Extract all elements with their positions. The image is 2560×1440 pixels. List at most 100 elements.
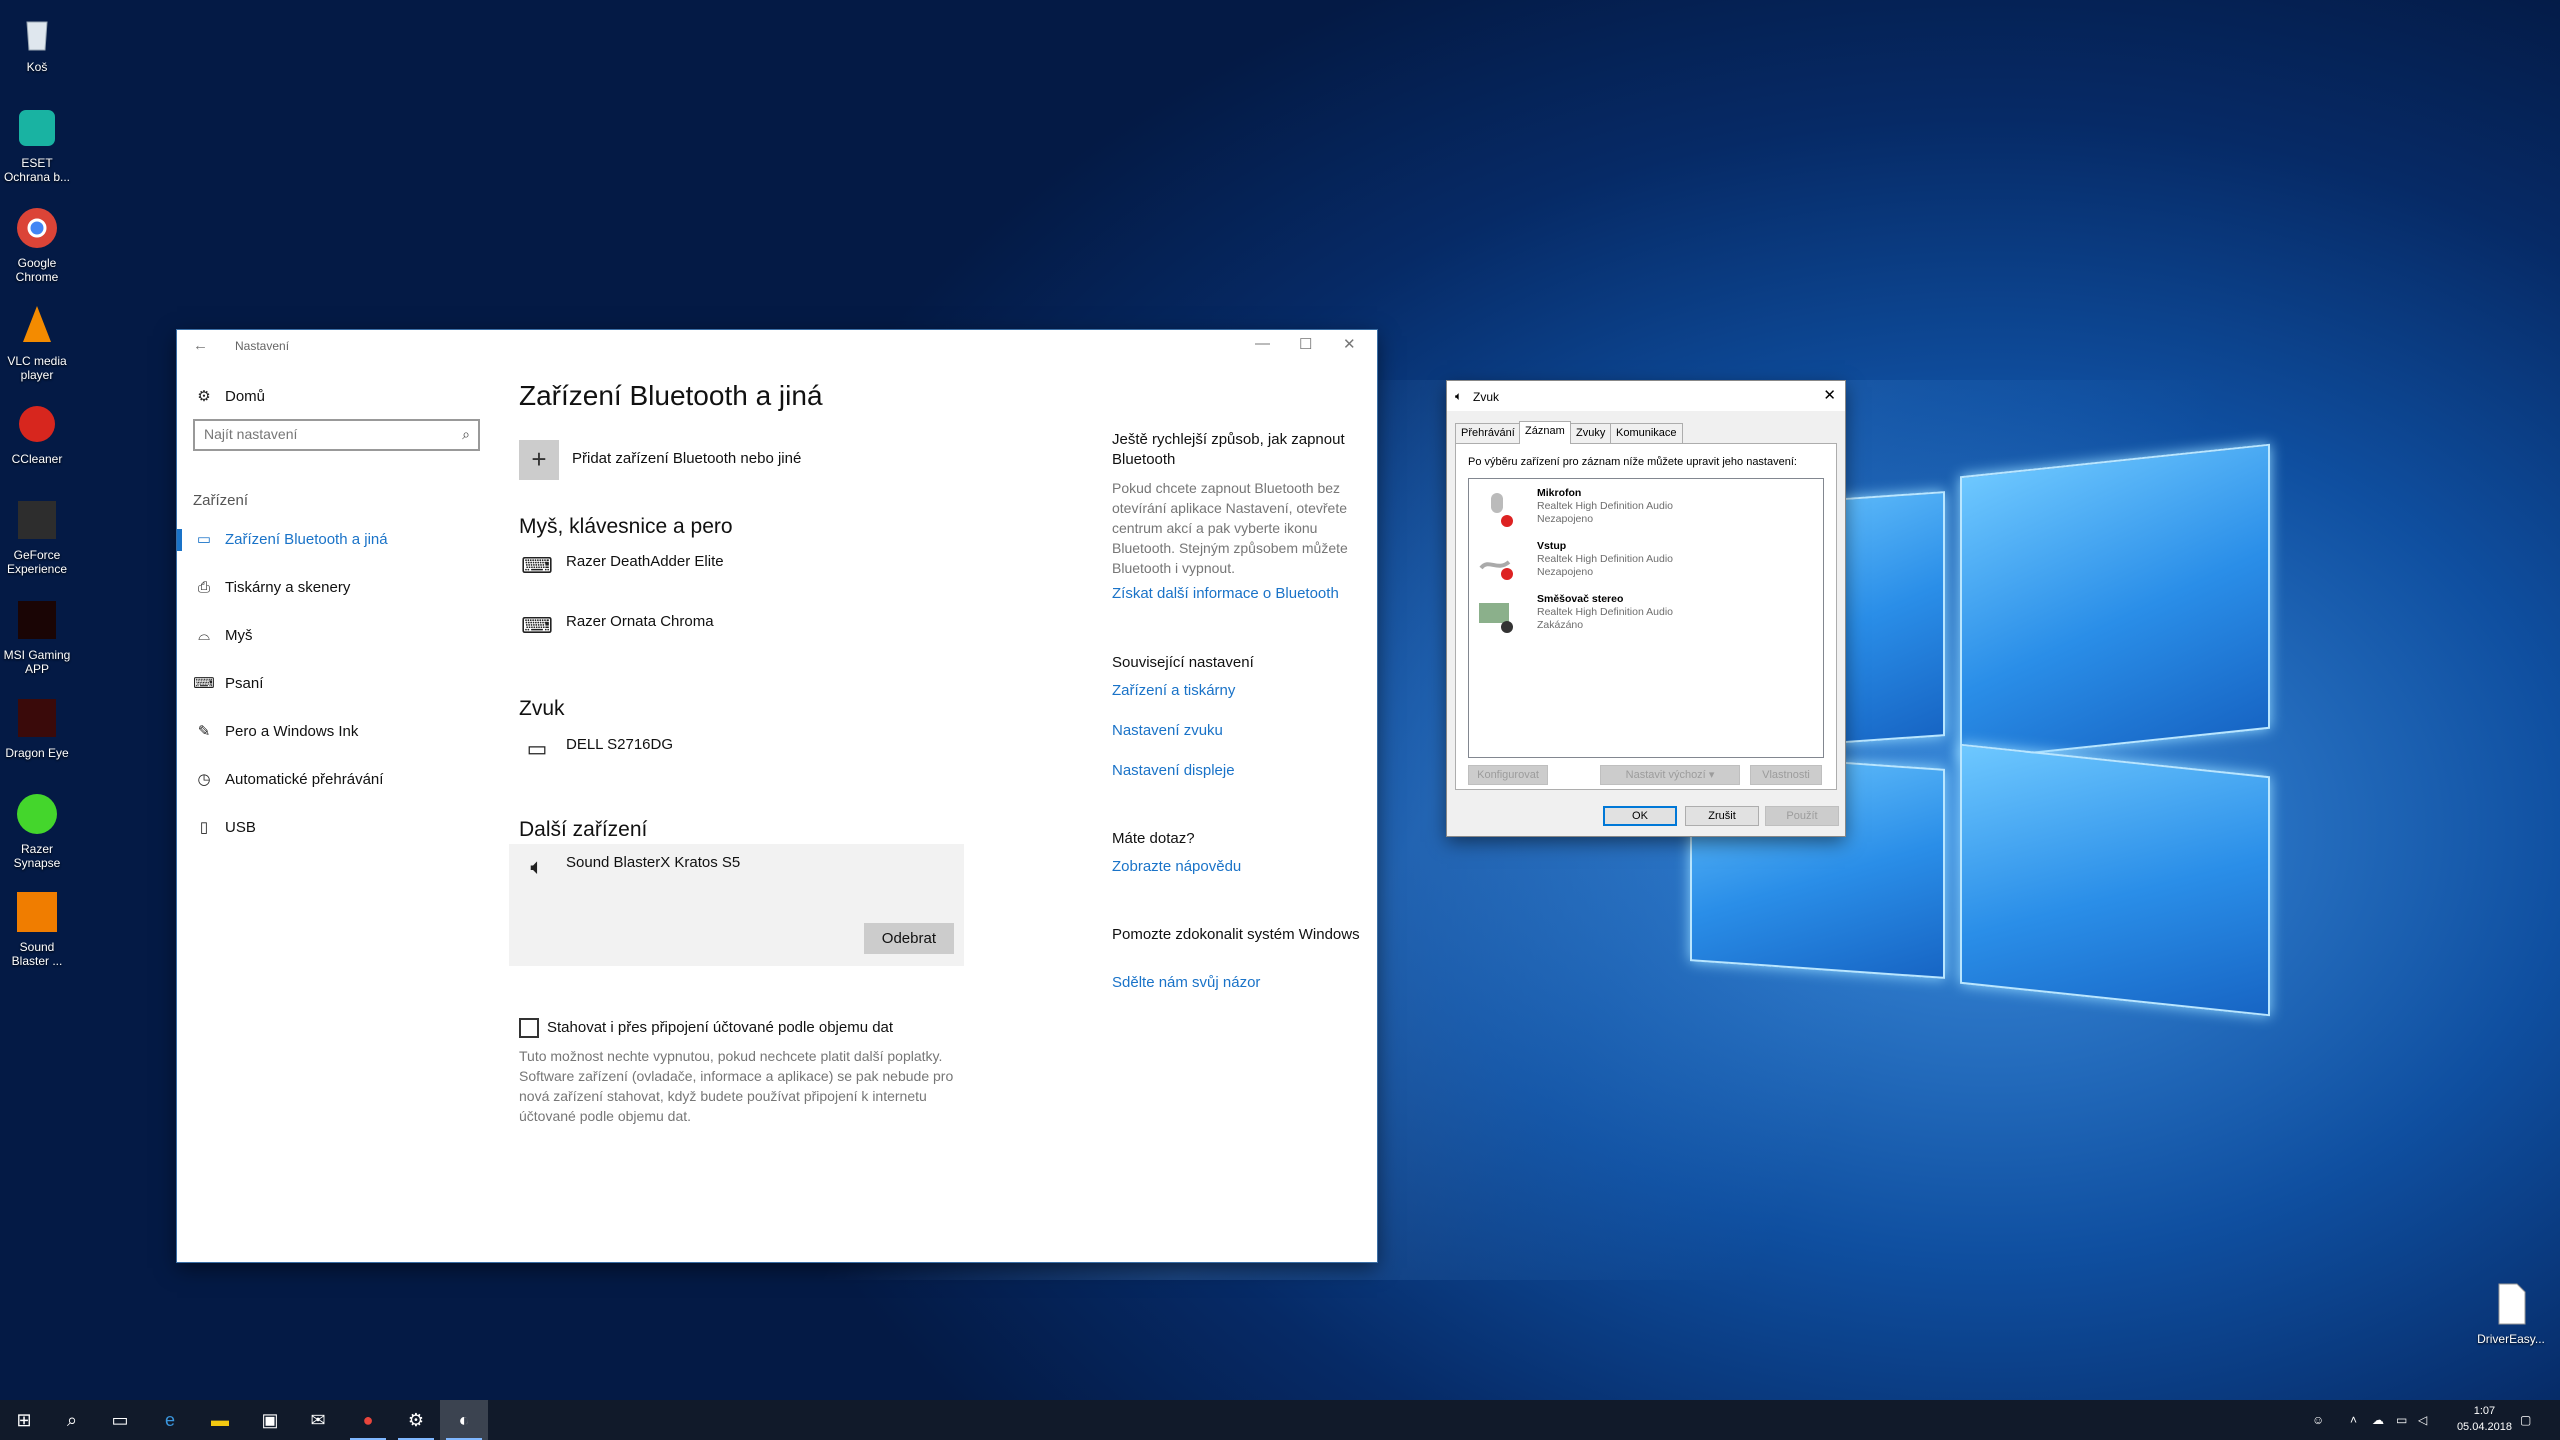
mail-icon: ✉ — [310, 1410, 326, 1430]
tab-communications[interactable]: Komunikace — [1610, 423, 1683, 443]
nav-item-printers[interactable]: ⎙ Tiskárny a skenery — [193, 575, 350, 601]
usb-icon: ▯ — [199, 819, 209, 836]
notifications-icon[interactable]: ▢ — [2520, 1400, 2531, 1440]
desktop-icon[interactable]: CCleaner — [0, 400, 74, 466]
list-item[interactable]: Vstup Realtek High Definition Audio Nezapo… — [1473, 540, 1813, 590]
volume-icon[interactable]: ◁ — [2418, 1400, 2427, 1440]
add-device-label[interactable]: Přidat zařízení Bluetooth nebo jiné — [572, 450, 801, 490]
properties-button[interactable]: Vlastnosti — [1750, 765, 1822, 785]
wallpaper-logo-pane — [1960, 443, 2270, 762]
task-view-button[interactable]: ▭ — [96, 1400, 144, 1440]
settings-titlebar: ← Nastavení — ☐ ✕ — [177, 330, 1377, 362]
taskbar-explorer[interactable]: ▬ — [196, 1400, 244, 1440]
desktop-icon[interactable]: VLC media player — [0, 302, 74, 382]
nav-item-typing[interactable]: ⌨ Psaní — [193, 671, 263, 697]
taskbar-chrome[interactable]: ● — [344, 1400, 392, 1440]
desktop-file-icon[interactable]: DriverEasy... — [2472, 1280, 2550, 1346]
taskbar-store[interactable]: ▣ — [246, 1400, 294, 1440]
mouse-icon: ⌓ — [198, 627, 210, 644]
link-devices-printers[interactable]: Zařízení a tiskárny — [1112, 681, 1235, 701]
checkbox-box[interactable] — [519, 1018, 539, 1038]
close-icon[interactable]: ✕ — [1823, 386, 1836, 404]
nav-home[interactable]: ⚙ Domů — [193, 385, 265, 409]
bluetooth-info-link[interactable]: Získat další informace o Bluetooth — [1112, 584, 1339, 604]
plus-icon: + — [531, 444, 547, 474]
pen-icon: ✎ — [197, 723, 211, 740]
tab-recording[interactable]: Záznam — [1519, 421, 1571, 444]
keyboard-icon: ⌨ — [521, 613, 553, 638]
chrome-icon — [17, 208, 57, 248]
desktop-icon[interactable]: Dragon Eye — [0, 694, 74, 760]
taskbar-edge[interactable]: e — [146, 1400, 194, 1440]
back-arrow-icon[interactable]: ← — [193, 337, 208, 354]
feedback-link[interactable]: Sdělte nám svůj názor — [1112, 973, 1260, 993]
people-icon[interactable]: ☺ — [2312, 1400, 2324, 1440]
list-item[interactable]: Mikrofon Realtek High Definition Audio Nez… — [1473, 487, 1813, 537]
close-icon[interactable]: ✕ — [1343, 335, 1356, 353]
start-button[interactable]: ⊞ — [0, 1400, 48, 1440]
desktop-icon[interactable]: Razer Synapse — [0, 790, 74, 870]
cloud-icon[interactable]: ☁ — [2372, 1400, 2384, 1440]
store-icon: ▣ — [261, 1410, 279, 1430]
remove-button[interactable]: Odebrat — [863, 923, 954, 954]
apply-button[interactable]: Použít — [1765, 806, 1839, 826]
help-link[interactable]: Zobrazte nápovědu — [1112, 857, 1241, 877]
set-default-button[interactable]: Nastavit výchozí ▾ — [1600, 765, 1740, 785]
taskbar-mail[interactable]: ✉ — [294, 1400, 342, 1440]
window-title: Nastavení — [235, 339, 290, 353]
link-sound-settings[interactable]: Nastavení zvuku — [1112, 721, 1223, 741]
line-in-icon — [1479, 560, 1513, 580]
ccleaner-icon — [19, 406, 55, 442]
search-icon: ⌕ — [66, 1410, 78, 1430]
desktop-icon[interactable]: MSI Gaming APP — [0, 596, 74, 676]
nav-item-bluetooth[interactable]: ▭ Zařízení Bluetooth a jiná — [177, 527, 388, 553]
section-title-other: Další zařízení — [519, 818, 648, 841]
feedback-title: Pomozte zdokonalit systém Windows — [1112, 926, 1360, 943]
link-display-settings[interactable]: Nastavení displeje — [1112, 761, 1235, 781]
recording-panel: Po výběru zařízení pro záznam níže můžet… — [1455, 443, 1837, 790]
chevron-up-icon[interactable]: ˄ — [2350, 1400, 2357, 1440]
desktop-icon[interactable]: ESET Ochrana b... — [0, 104, 74, 184]
windows-logo-icon: ⊞ — [16, 1410, 32, 1430]
desktop-icon[interactable]: Sound Blaster ... — [0, 888, 74, 968]
nav-item-autoplay[interactable]: ◷ Automatické přehrávání — [193, 767, 383, 793]
network-icon[interactable]: ▭ — [2396, 1400, 2407, 1440]
nav-item-usb[interactable]: ▯ USB — [193, 815, 256, 841]
eset-icon — [19, 110, 55, 146]
nav-item-pen[interactable]: ✎ Pero a Windows Ink — [193, 719, 359, 745]
dropdown-arrow-icon: ▾ — [1708, 769, 1715, 781]
minimize-icon[interactable]: — — [1255, 335, 1270, 352]
taskbar: ⊞ ⌕ ▭ e ▬ ▣ ✉ ● ⚙ ◐ ☺ ˄ ☁ ▭ ◁ 1:07 05.04.… — [0, 1400, 2560, 1440]
speaker-icon: 🔈︎ — [530, 854, 544, 879]
tab-playback[interactable]: Přehrávání — [1455, 423, 1521, 443]
document-icon — [2498, 1283, 2526, 1325]
sound-blaster-icon — [17, 892, 57, 932]
desktop-icon[interactable]: Koš — [0, 8, 74, 74]
settings-window: ← Nastavení — ☐ ✕ ⚙ Domů Najít nastavení ⌕… — [177, 330, 1377, 1262]
cancel-button[interactable]: Zrušit — [1685, 806, 1759, 826]
section-title-audio: Zvuk — [519, 697, 565, 720]
maximize-icon[interactable]: ☐ — [1299, 335, 1312, 353]
geforce-icon — [18, 501, 56, 539]
selected-device-panel[interactable]: 🔈︎ Sound BlasterX Kratos S5 Odebrat — [509, 844, 964, 966]
help-title: Máte dotaz? — [1112, 830, 1195, 847]
metered-description: Tuto možnost nechte vypnutou, pokud nech… — [519, 1048, 954, 1124]
metered-checkbox[interactable]: Stahovat i přes připojení účtované podle… — [519, 1018, 893, 1038]
search-input[interactable]: Najít nastavení ⌕ — [193, 419, 480, 451]
page-title: Zařízení Bluetooth a jiná — [519, 380, 823, 411]
autoplay-icon: ◷ — [197, 771, 211, 788]
tab-sounds[interactable]: Zvuky — [1570, 423, 1612, 443]
taskbar-sound[interactable]: ◐ — [440, 1400, 488, 1440]
taskbar-settings[interactable]: ⚙ — [392, 1400, 440, 1440]
search-button[interactable]: ⌕ — [48, 1400, 96, 1440]
list-item[interactable]: Směšovač stereo Realtek High Definition A… — [1473, 593, 1813, 643]
ok-button[interactable]: OK — [1603, 806, 1677, 826]
add-device-button[interactable]: + — [519, 440, 559, 480]
desktop-icon[interactable]: Google Chrome — [0, 204, 74, 284]
nav-item-mouse[interactable]: ⌓ Myš — [193, 623, 252, 649]
keyboard-icon: ⌨ — [521, 553, 553, 578]
recording-device-list: Mikrofon Realtek High Definition Audio Nez… — [1468, 478, 1824, 758]
configure-button[interactable]: Konfigurovat — [1468, 765, 1548, 785]
desktop-icon[interactable]: GeForce Experience — [0, 496, 74, 576]
clock[interactable]: 1:07 05.04.2018 — [2457, 1403, 2512, 1435]
